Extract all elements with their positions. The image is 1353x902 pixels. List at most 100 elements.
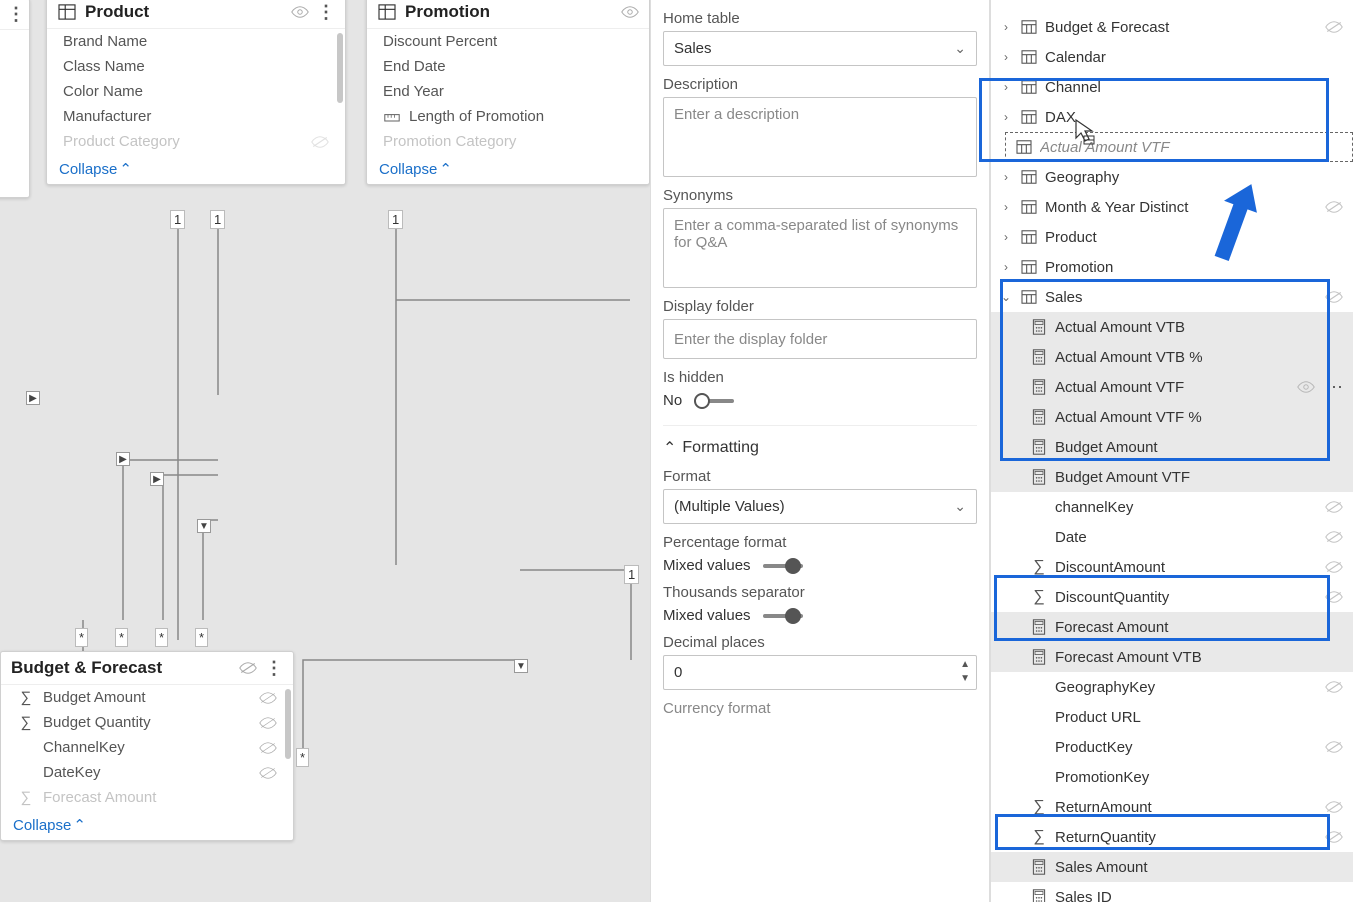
scrollbar[interactable] [285, 689, 291, 759]
field-returnamount[interactable]: ∑ ReturnAmount [991, 792, 1353, 822]
field-forecast-amount[interactable]: Forecast Amount [991, 612, 1353, 642]
fields-table-budget-forecast[interactable]: › Budget & Forecast [991, 12, 1353, 42]
formatting-section-toggle[interactable]: ⌃Formatting [663, 425, 977, 458]
field-sales-id[interactable]: Sales ID [991, 882, 1353, 902]
hidden-icon[interactable] [1325, 800, 1343, 814]
decimal-places-stepper[interactable]: 0 ▲▼ [663, 655, 977, 690]
field-actual-amount-vtb[interactable]: Actual Amount VTB [991, 312, 1353, 342]
chevron-down-icon: ⌄ [954, 40, 966, 57]
hidden-icon[interactable] [1325, 20, 1343, 34]
percentage-format-value: Mixed values [663, 557, 751, 574]
more-icon[interactable]: ⋮ [265, 659, 283, 677]
fields-table-channel[interactable]: › Channel [991, 72, 1353, 102]
home-table-select[interactable]: Sales⌄ [663, 31, 977, 66]
table-card-promotion[interactable]: Promotion Discount Percent End Date End … [366, 0, 650, 185]
format-select[interactable]: (Multiple Values)⌄ [663, 489, 977, 524]
eye-icon[interactable] [1297, 380, 1315, 394]
description-input[interactable]: Enter a description [663, 97, 977, 177]
more-icon[interactable]: ⋮ [7, 5, 25, 23]
field[interactable]: DateKey [1, 760, 293, 785]
field-date[interactable]: Date [991, 522, 1353, 552]
fields-table-month-year-distinct[interactable]: › Month & Year Distinct [991, 192, 1353, 222]
field-discountamount[interactable]: ∑ DiscountAmount [991, 552, 1353, 582]
field-productkey[interactable]: ProductKey [991, 732, 1353, 762]
field[interactable]: Brand Name [47, 29, 345, 54]
step-down-icon[interactable]: ▼ [960, 674, 970, 684]
field-product-url[interactable]: Product URL [991, 702, 1353, 732]
eye-icon[interactable] [621, 5, 639, 19]
expand-icon[interactable]: › [999, 260, 1013, 274]
percentage-format-label: Percentage format [663, 534, 977, 551]
field[interactable]: Product Category [47, 129, 345, 154]
expand-icon[interactable]: › [999, 80, 1013, 94]
expand-icon[interactable]: › [999, 200, 1013, 214]
fields-table-promotion[interactable]: › Promotion [991, 252, 1353, 282]
hidden-icon[interactable] [1325, 500, 1343, 514]
rel-cardinality-one: 1 [624, 565, 639, 584]
field[interactable]: Manufacturer [47, 104, 345, 129]
step-up-icon[interactable]: ▲ [960, 660, 970, 670]
hidden-icon[interactable] [1325, 530, 1343, 544]
field-forecast-amount-vtb[interactable]: Forecast Amount VTB [991, 642, 1353, 672]
field-discountquantity[interactable]: ∑ DiscountQuantity [991, 582, 1353, 612]
hidden-icon[interactable] [1325, 290, 1343, 304]
collapse-button[interactable]: Collapse ⌃ [367, 154, 649, 184]
expand-icon[interactable]: › [999, 50, 1013, 64]
field-budget-amount-vtf[interactable]: Budget Amount VTF [991, 462, 1353, 492]
hidden-icon[interactable] [1325, 740, 1343, 754]
field[interactable]: ChannelKey [1, 735, 293, 760]
field-returnquantity[interactable]: ∑ ReturnQuantity [991, 822, 1353, 852]
expand-icon[interactable]: › [999, 170, 1013, 184]
synonyms-input[interactable]: Enter a comma-separated list of synonyms… [663, 208, 977, 288]
fields-table-geography[interactable]: › Geography [991, 162, 1353, 192]
hidden-icon[interactable] [1325, 680, 1343, 694]
collapse-button[interactable]: Collapse ⌃ [1, 810, 293, 840]
eye-icon[interactable] [291, 5, 309, 19]
field[interactable]: ∑Forecast Amount [1, 785, 293, 810]
more-icon[interactable]: ⋮ [317, 3, 335, 21]
hidden-icon[interactable] [1325, 830, 1343, 844]
field[interactable]: Color Name [47, 79, 345, 104]
field[interactable]: Discount Percent [367, 29, 649, 54]
field-budget-amount[interactable]: Budget Amount [991, 432, 1353, 462]
more-icon[interactable]: ⋯ [1325, 378, 1343, 396]
model-diagram-area[interactable]: ⋮ Product ⋮ Brand Name Class Name Color … [0, 0, 650, 902]
field-channelkey[interactable]: channelKey [991, 492, 1353, 522]
fields-table-sales[interactable]: ⌄ Sales [991, 282, 1353, 312]
field[interactable]: Promotion Category [367, 129, 649, 154]
expand-icon[interactable]: › [999, 110, 1013, 124]
display-folder-input[interactable]: Enter the display folder [663, 319, 977, 359]
field[interactable]: End Date [367, 54, 649, 79]
field-sales-amount[interactable]: Sales Amount [991, 852, 1353, 882]
field[interactable]: ∑Budget Amount [1, 685, 293, 710]
expand-icon[interactable]: › [999, 230, 1013, 244]
hidden-icon[interactable] [1325, 200, 1343, 214]
sum-icon: ∑ [17, 789, 35, 806]
field-actual-amount-vtf-[interactable]: Actual Amount VTF % [991, 402, 1353, 432]
thousands-separator-toggle[interactable] [763, 608, 803, 624]
table-card-product[interactable]: Product ⋮ Brand Name Class Name Color Na… [46, 0, 346, 185]
field[interactable]: Class Name [47, 54, 345, 79]
expand-icon[interactable]: ⌄ [999, 290, 1013, 304]
percentage-format-toggle[interactable] [763, 558, 803, 574]
expand-icon[interactable]: › [999, 20, 1013, 34]
collapse-button[interactable]: Collapse ⌃ [47, 154, 345, 184]
field[interactable]: End Year [367, 79, 649, 104]
hidden-icon[interactable] [1325, 560, 1343, 574]
field[interactable]: ∑Budget Quantity [1, 710, 293, 735]
drop-target[interactable]: Actual Amount VTF [1005, 132, 1353, 162]
scrollbar[interactable] [337, 33, 343, 103]
is-hidden-toggle[interactable] [694, 393, 734, 409]
chevron-down-icon: ⌄ [954, 498, 966, 515]
fields-table-dax[interactable]: › DAX [991, 102, 1353, 132]
field-promotionkey[interactable]: PromotionKey [991, 762, 1353, 792]
hidden-icon[interactable] [239, 661, 257, 675]
field[interactable]: Length of Promotion [367, 104, 649, 129]
fields-table-calendar[interactable]: › Calendar [991, 42, 1353, 72]
hidden-icon[interactable] [1325, 590, 1343, 604]
field-actual-amount-vtf[interactable]: Actual Amount VTF ⋯ [991, 372, 1353, 402]
field-actual-amount-vtb-[interactable]: Actual Amount VTB % [991, 342, 1353, 372]
field-geographykey[interactable]: GeographyKey [991, 672, 1353, 702]
fields-table-product[interactable]: › Product [991, 222, 1353, 252]
table-card-budget-forecast[interactable]: Budget & Forecast ⋮ ∑Budget Amount ∑Budg… [0, 651, 294, 841]
